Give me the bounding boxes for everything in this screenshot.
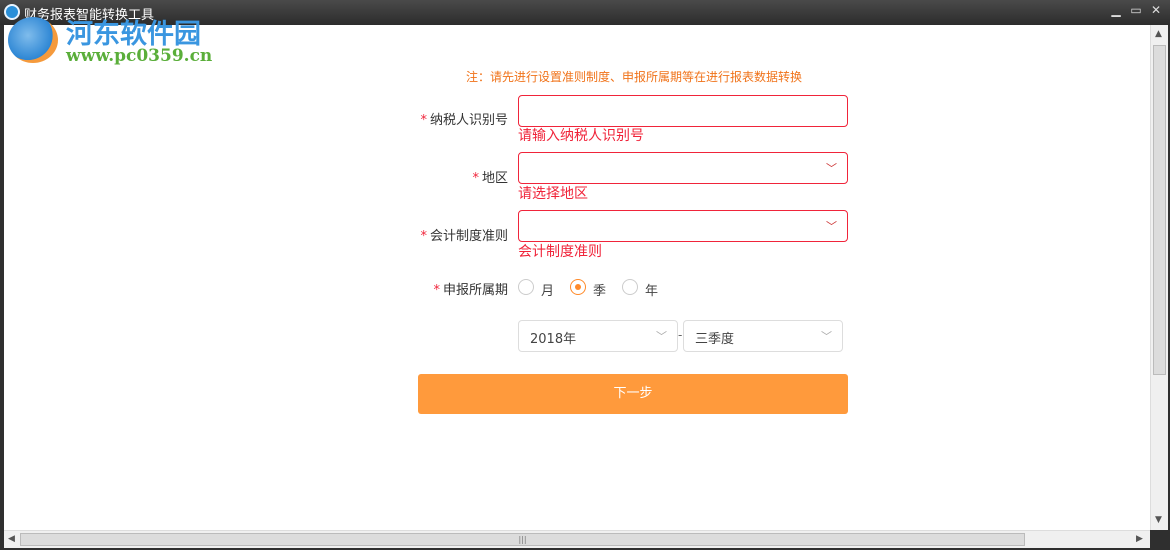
required-mark: *	[420, 229, 427, 244]
radio-quarter[interactable]	[570, 279, 586, 295]
chevron-down-icon: ﹀	[826, 220, 837, 233]
scroll-right-icon[interactable]: ▶	[1136, 534, 1143, 544]
label-text: 地区	[481, 171, 508, 186]
radio-quarter-label: 季	[593, 284, 607, 299]
range-separator: -	[678, 328, 683, 342]
scroll-down-icon[interactable]: ▼	[1155, 515, 1162, 525]
chevron-down-icon: ﹀	[826, 162, 837, 175]
close-button[interactable]: ✕	[1148, 3, 1164, 17]
vertical-scroll-thumb[interactable]	[1153, 45, 1166, 375]
horizontal-scroll-thumb[interactable]: |||	[20, 533, 1025, 546]
period-label: * 申报所属期	[388, 279, 508, 298]
radio-year-label: 年	[645, 284, 659, 299]
accounting-select[interactable]: ﹀	[518, 210, 848, 242]
quarter-select[interactable]: 三季度 ﹀	[683, 320, 843, 352]
taxpayer-id-input[interactable]	[518, 95, 848, 127]
region-label: * 地区	[388, 167, 508, 186]
watermark-url: www.pc0359.cn	[66, 46, 213, 66]
radio-month-label: 月	[541, 284, 555, 299]
app-icon	[4, 4, 20, 20]
chevron-down-icon: ﹀	[821, 330, 832, 343]
required-mark: *	[433, 283, 440, 298]
region-error: 请选择地区	[518, 186, 588, 202]
accounting-error: 会计制度准则	[518, 244, 602, 260]
instruction-note: 注：请先进行设置准则制度、申报所属期等在进行报表数据转换	[466, 70, 803, 84]
label-text: 纳税人识别号	[429, 113, 508, 128]
watermark-logo	[8, 17, 58, 63]
required-mark: *	[472, 171, 479, 186]
year-select[interactable]: 2018年 ﹀	[518, 320, 678, 352]
next-step-button[interactable]: 下一步	[418, 374, 848, 414]
radio-year[interactable]	[622, 279, 638, 295]
radio-month[interactable]	[518, 279, 534, 295]
required-mark: *	[420, 113, 427, 128]
vertical-scrollbar[interactable]: ▲ ▼	[1150, 25, 1168, 530]
taxpayer-id-error: 请输入纳税人识别号	[518, 128, 644, 144]
horizontal-scrollbar[interactable]: ◀ ||| ▶	[4, 530, 1150, 548]
taxpayer-id-label: * 纳税人识别号	[388, 109, 508, 128]
region-select[interactable]: ﹀	[518, 152, 848, 184]
label-text: 会计制度准则	[429, 229, 508, 244]
scroll-up-icon[interactable]: ▲	[1155, 29, 1162, 39]
maximize-button[interactable]: ▭	[1128, 3, 1144, 17]
quarter-value: 三季度	[695, 332, 735, 347]
minimize-button[interactable]: ▁	[1108, 3, 1124, 17]
chevron-down-icon: ﹀	[656, 330, 667, 343]
year-value: 2018年	[530, 332, 577, 347]
scroll-left-icon[interactable]: ◀	[8, 534, 15, 544]
accounting-label: * 会计制度准则	[388, 225, 508, 244]
label-text: 申报所属期	[442, 283, 508, 298]
